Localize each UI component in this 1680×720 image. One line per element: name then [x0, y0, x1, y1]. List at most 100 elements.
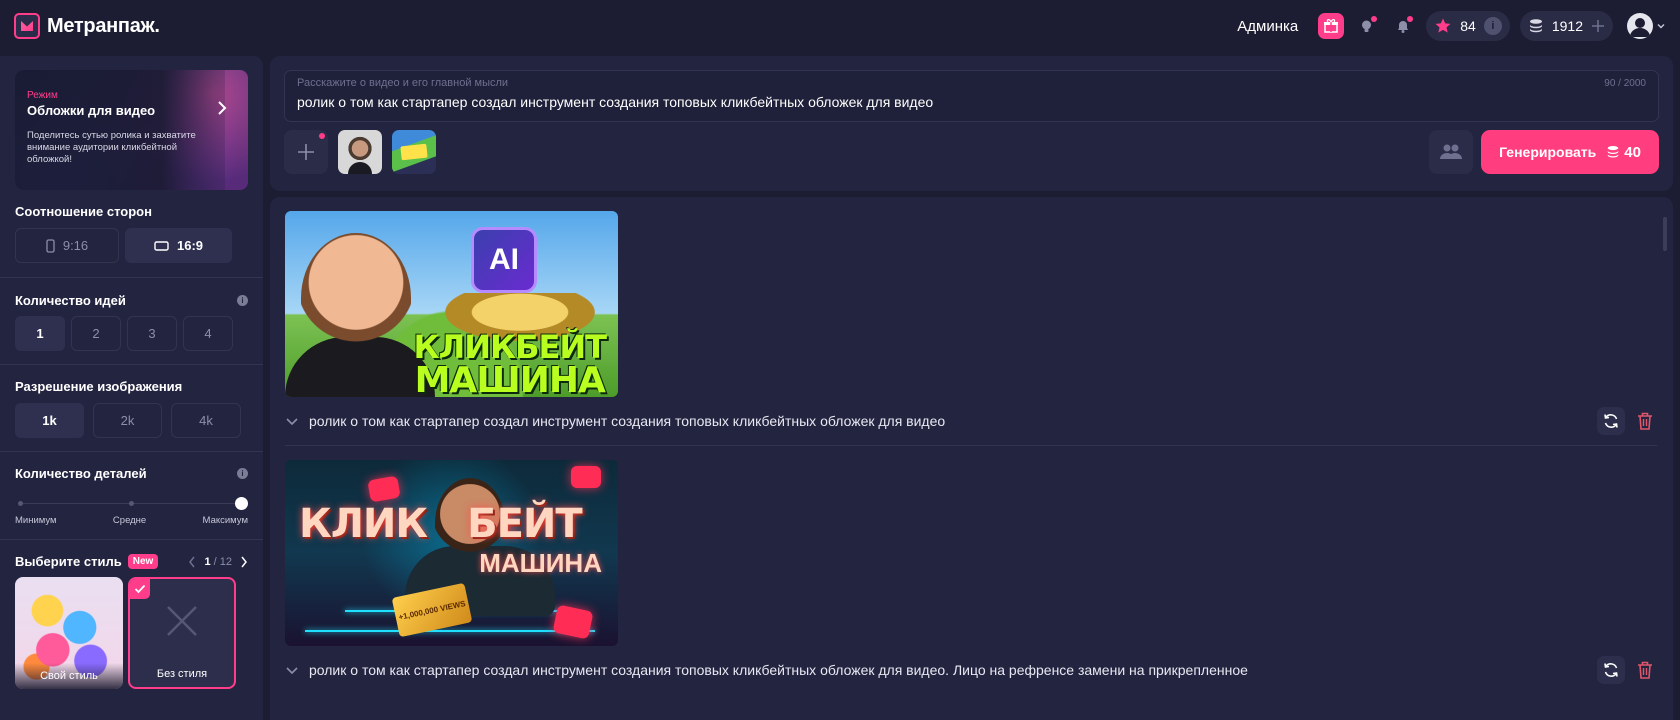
ideas-option-4[interactable]: 4: [183, 316, 233, 351]
divider: [0, 364, 263, 365]
slider-tick: [18, 501, 23, 506]
style-card-no-style[interactable]: Без стиля: [128, 577, 236, 689]
style-title: Выберите стиль: [15, 554, 122, 569]
landscape-screen-icon: [154, 240, 169, 251]
result-caption: ролик о том как стартапер создал инструм…: [309, 413, 946, 429]
generate-button[interactable]: Генерировать 40: [1481, 130, 1659, 174]
attached-face-photo[interactable]: [338, 130, 382, 174]
divider: [0, 277, 263, 278]
plus-icon[interactable]: [1591, 19, 1605, 33]
coins-count: 1912: [1551, 18, 1583, 34]
prompt-char-counter: 90 / 2000: [1604, 78, 1646, 89]
ideas-section: Количество идей i 1 2 3 4: [15, 293, 248, 351]
prompt-placeholder: Расскажите о видео и его главной мысли: [297, 77, 509, 89]
details-slider[interactable]: [15, 495, 248, 513]
slider-thumb[interactable]: [235, 497, 248, 510]
generated-cover-image[interactable]: AI КЛИКБЕЙТ МАШИНА: [285, 211, 618, 397]
aspect-option-9-16[interactable]: 9:16: [15, 228, 119, 263]
resolution-option-4k[interactable]: 4k: [171, 403, 241, 438]
stars-balance[interactable]: 84 i: [1426, 11, 1510, 41]
style-card-label: Без стиля: [156, 668, 208, 680]
chevron-left-icon[interactable]: [188, 556, 196, 568]
gift-button[interactable]: [1318, 13, 1345, 39]
mode-card[interactable]: Режим Обложки для видео Поделитесь сутью…: [15, 70, 248, 190]
slider-label-max: Максимум: [202, 515, 248, 526]
details-section: Количество деталей i Минимум Средне Макс…: [15, 466, 248, 526]
chevron-down-icon[interactable]: [285, 665, 299, 675]
resolution-title: Разрешение изображения: [15, 379, 183, 394]
header-actions: Админка 84 i 1912: [1237, 11, 1666, 41]
plus-icon: [298, 144, 314, 160]
user-menu[interactable]: [1627, 13, 1666, 39]
divider: [0, 539, 263, 540]
style-card-custom[interactable]: Свой стиль: [15, 577, 123, 689]
result-item: КЛИК БЕЙТ МАШИНА +1,000,000 VIEWS ролик о…: [285, 460, 1657, 684]
new-badge: New: [127, 554, 159, 569]
mode-title: Обложки для видео: [27, 103, 156, 118]
aspect-option-label: 9:16: [62, 238, 89, 253]
scrollbar[interactable]: [1663, 217, 1667, 251]
generate-label: Генерировать: [1499, 144, 1597, 160]
info-icon[interactable]: i: [237, 295, 248, 306]
regenerate-button[interactable]: [1597, 407, 1625, 435]
details-title: Количество деталей: [15, 466, 147, 481]
style-pager: 1 / 12: [188, 556, 248, 568]
refresh-icon: [1604, 414, 1618, 428]
ideas-option-1[interactable]: 1: [15, 316, 65, 351]
delete-button[interactable]: [1633, 656, 1657, 684]
portrait-phone-icon: [46, 238, 55, 253]
cover-title-line: БЕЙТ: [467, 501, 583, 547]
gift-icon: [1324, 19, 1339, 33]
results-feed: AI КЛИКБЕЙТ МАШИНА ролик о том как старт…: [270, 197, 1673, 720]
trash-icon: [1638, 412, 1652, 430]
logo[interactable]: Метранпаж.: [14, 13, 160, 39]
resolution-option-2k[interactable]: 2k: [93, 403, 162, 438]
prompt-text[interactable]: ролик о том как стартапер создал инструм…: [297, 94, 1646, 110]
ideas-option-3[interactable]: 3: [127, 316, 177, 351]
top-bar: Метранпаж. Админка 84 i 1912: [0, 0, 1680, 52]
cover-person: [301, 233, 411, 363]
coins-stack-icon: [1608, 146, 1619, 158]
generated-cover-image[interactable]: КЛИК БЕЙТ МАШИНА +1,000,000 VIEWS: [285, 460, 618, 646]
stars-info-icon[interactable]: i: [1483, 17, 1502, 35]
user-avatar-icon: [1627, 13, 1653, 39]
logo-text: Метранпаж.: [47, 14, 160, 37]
stars-count: 84: [1460, 18, 1476, 34]
style-card-label: Свой стиль: [15, 663, 123, 689]
youtube-icon: [571, 466, 601, 488]
star-icon: [1435, 18, 1451, 33]
chevron-right-icon: [218, 101, 227, 115]
prompt-input[interactable]: Расскажите о видео и его главной мысли 9…: [284, 70, 1659, 122]
add-attachment-button[interactable]: [284, 130, 328, 174]
attachment-badge: [319, 133, 325, 139]
youtube-icon: [367, 475, 401, 503]
regenerate-button[interactable]: [1597, 656, 1625, 684]
faces-button[interactable]: [1429, 130, 1473, 174]
slider-label-mid: Средне: [112, 515, 147, 526]
aspect-option-16-9[interactable]: 16:9: [125, 228, 232, 263]
chevron-down-icon[interactable]: [285, 416, 299, 426]
refresh-icon: [1604, 663, 1618, 677]
admin-link[interactable]: Админка: [1237, 18, 1298, 35]
ideas-badge: [1371, 16, 1378, 22]
aspect-option-label: 16:9: [176, 238, 204, 253]
notifications-button[interactable]: [1390, 13, 1416, 39]
ideas-option-2[interactable]: 2: [71, 316, 121, 351]
result-item: AI КЛИКБЕЙТ МАШИНА ролик о том как старт…: [285, 211, 1657, 446]
divider: [285, 445, 1657, 446]
chevron-down-icon: [1657, 24, 1665, 29]
ideas-button[interactable]: [1354, 13, 1380, 39]
resolution-option-1k[interactable]: 1k: [15, 403, 84, 438]
info-icon[interactable]: i: [237, 468, 248, 479]
slider-tick: [129, 501, 134, 506]
mode-description: Поделитесь сутью ролика и захватите вним…: [27, 130, 196, 165]
chevron-right-icon[interactable]: [240, 556, 248, 568]
style-section: Выберите стиль New 1 / 12 Свой стиль Без…: [15, 554, 248, 689]
attached-reference-image[interactable]: [392, 130, 436, 174]
coins-balance[interactable]: 1912: [1519, 11, 1613, 41]
people-icon: [1440, 144, 1462, 159]
generate-cost: 40: [1624, 143, 1641, 161]
divider: [0, 451, 263, 452]
cover-title-line: МАШИНА: [414, 360, 606, 398]
delete-button[interactable]: [1633, 407, 1657, 435]
